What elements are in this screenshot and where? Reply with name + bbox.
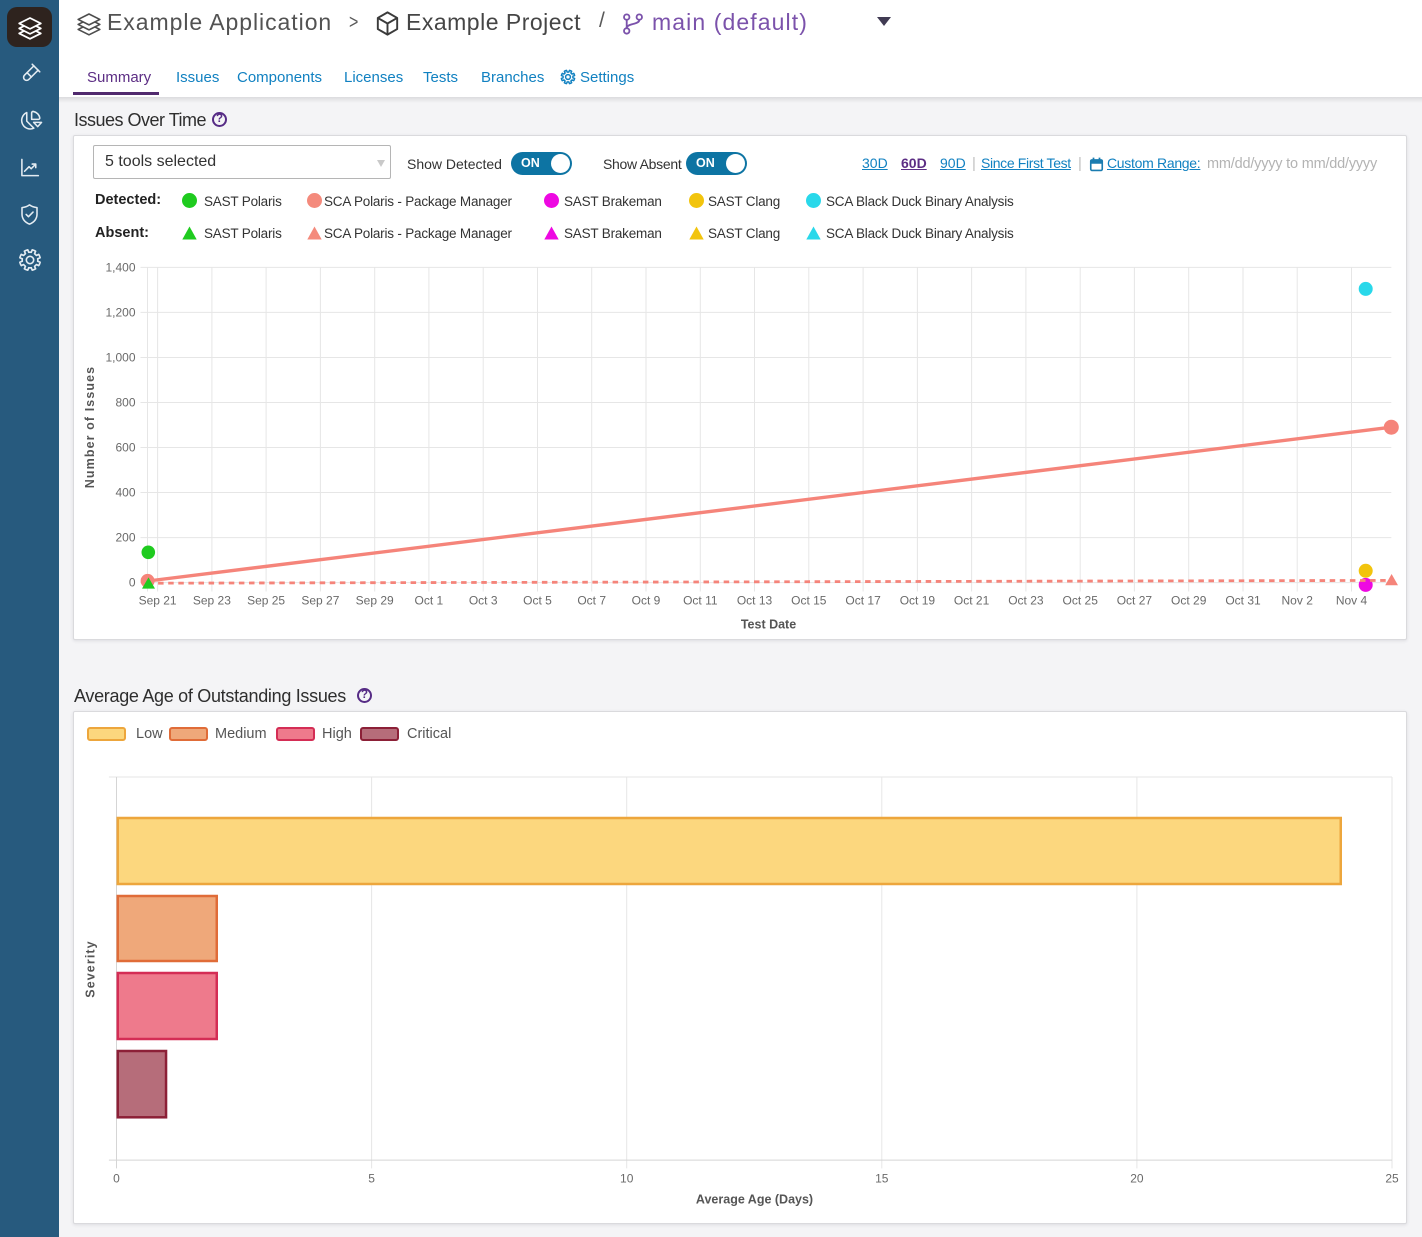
svg-text:Oct 9: Oct 9 — [632, 594, 661, 608]
svg-text:Oct 11: Oct 11 — [683, 594, 718, 608]
svg-text:0: 0 — [129, 576, 136, 590]
svg-text:Sep 27: Sep 27 — [301, 594, 339, 608]
svg-text:Nov 2: Nov 2 — [1282, 594, 1314, 608]
svg-text:Oct 1: Oct 1 — [415, 594, 444, 608]
svg-text:1,200: 1,200 — [105, 305, 135, 319]
svg-text:10: 10 — [620, 1172, 634, 1186]
svg-text:Oct 7: Oct 7 — [577, 594, 606, 608]
svg-text:1,400: 1,400 — [105, 260, 135, 274]
svg-text:1,000: 1,000 — [105, 351, 135, 365]
svg-text:Oct 29: Oct 29 — [1171, 594, 1207, 608]
svg-text:Sep 25: Sep 25 — [247, 594, 285, 608]
svg-text:Nov 4: Nov 4 — [1336, 594, 1368, 608]
svg-text:20: 20 — [1130, 1172, 1144, 1186]
svg-text:Number of Issues: Number of Issues — [83, 366, 97, 489]
svg-text:600: 600 — [115, 441, 135, 455]
svg-text:Oct 13: Oct 13 — [737, 594, 773, 608]
svg-text:Oct 25: Oct 25 — [1063, 594, 1099, 608]
svg-text:Sep 21: Sep 21 — [139, 594, 177, 608]
svg-text:Oct 17: Oct 17 — [845, 594, 881, 608]
svg-text:Oct 27: Oct 27 — [1117, 594, 1153, 608]
svg-text:Sep 23: Sep 23 — [193, 594, 231, 608]
svg-text:Oct 3: Oct 3 — [469, 594, 498, 608]
svg-text:0: 0 — [113, 1172, 120, 1186]
svg-text:Test Date: Test Date — [741, 618, 796, 632]
svg-text:800: 800 — [115, 396, 135, 410]
svg-text:Oct 5: Oct 5 — [523, 594, 552, 608]
svg-text:Sep 29: Sep 29 — [356, 594, 394, 608]
svg-text:Oct 15: Oct 15 — [791, 594, 827, 608]
svg-text:Severity: Severity — [84, 940, 98, 997]
svg-text:15: 15 — [875, 1172, 889, 1186]
svg-text:Oct 19: Oct 19 — [900, 594, 936, 608]
svg-text:5: 5 — [368, 1172, 375, 1186]
svg-text:Oct 21: Oct 21 — [954, 594, 990, 608]
svg-text:Average Age (Days): Average Age (Days) — [696, 1193, 813, 1207]
svg-text:400: 400 — [115, 486, 135, 500]
svg-text:Oct 23: Oct 23 — [1008, 594, 1044, 608]
svg-text:25: 25 — [1385, 1172, 1399, 1186]
svg-text:200: 200 — [115, 531, 135, 545]
svg-text:Oct 31: Oct 31 — [1225, 594, 1261, 608]
